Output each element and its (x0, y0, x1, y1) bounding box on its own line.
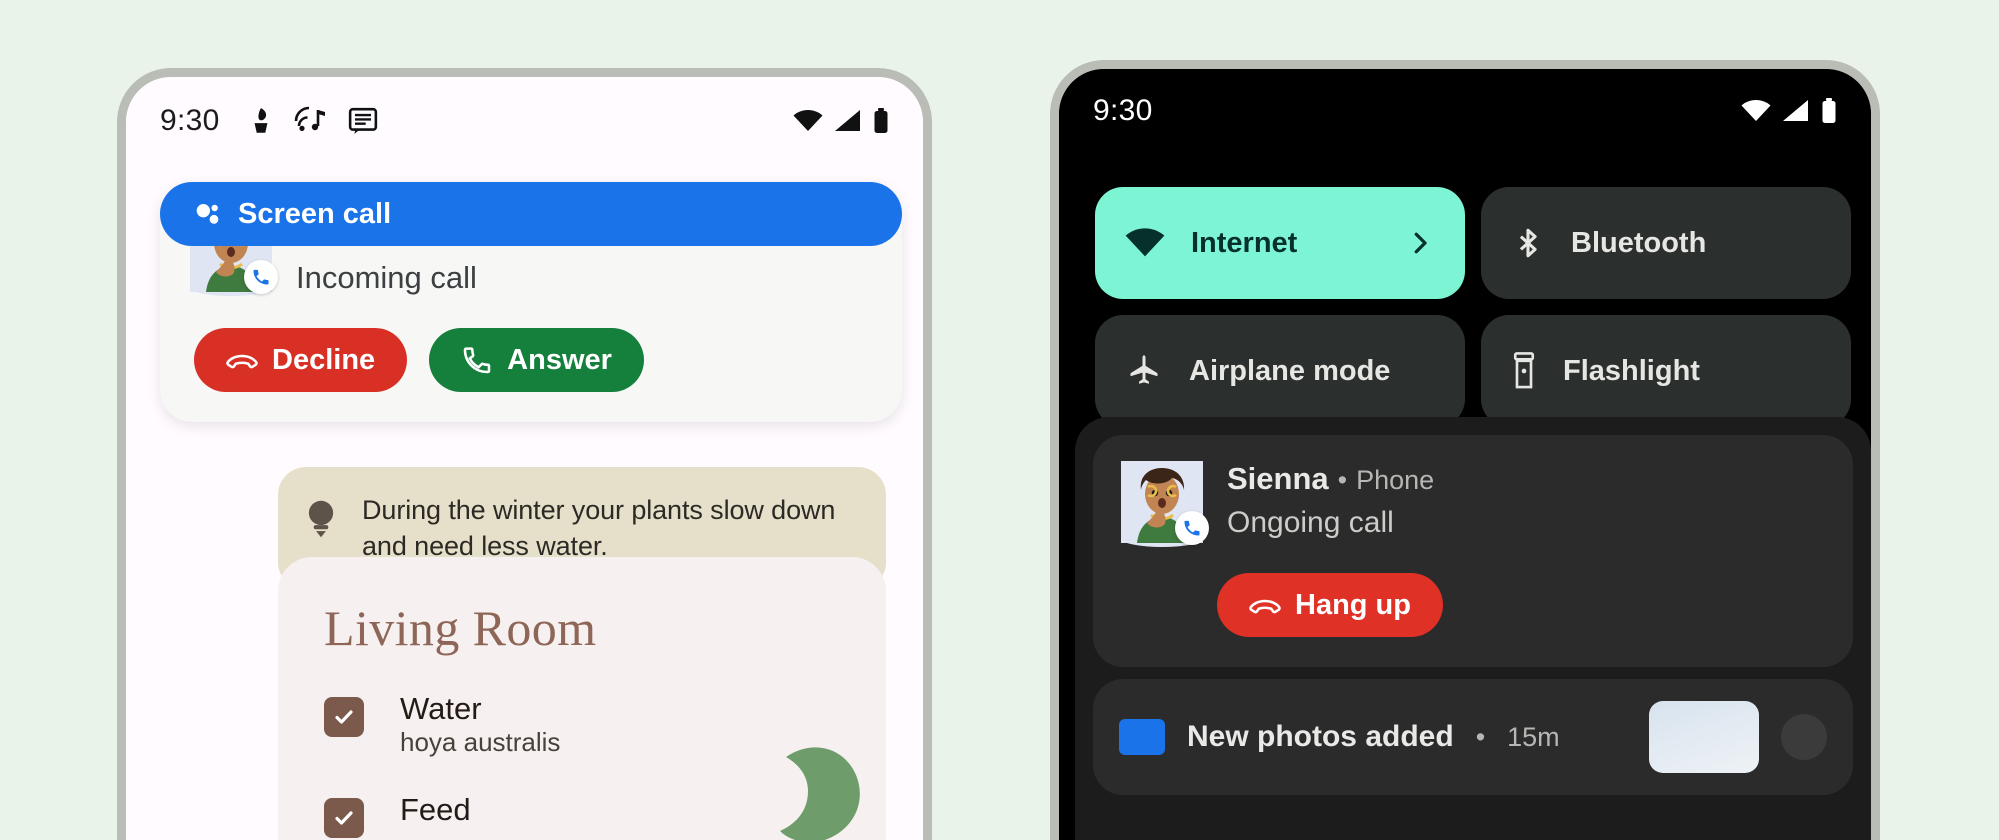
checkbox-water[interactable] (324, 697, 364, 737)
task-label: Feed (400, 792, 471, 827)
wifi-icon (1125, 228, 1165, 257)
contact-name: Sienna (1227, 461, 1329, 496)
signal-icon (1783, 100, 1808, 121)
check-icon (335, 811, 353, 825)
right-status-bar: 9:30 (1059, 69, 1871, 131)
incoming-call-notification[interactable]: Sienna • Phone Incoming call Decline (160, 182, 902, 422)
qs-tile-internet[interactable]: Internet (1095, 187, 1465, 299)
quick-settings-grid: Internet Bluetooth Airplane mode Flashli… (1095, 187, 1851, 427)
task-sublabel: hoya australis (400, 727, 561, 757)
call-action-row: Decline Screen call Answer (160, 182, 902, 392)
avatar (1121, 461, 1209, 547)
flashlight-icon (1513, 352, 1535, 389)
plant-tip-text: During the winter your plants slow down … (362, 495, 836, 561)
new-photos-notification[interactable]: New photos added • 15m (1093, 679, 1853, 795)
room-title: Living Room (324, 600, 597, 656)
assistant-icon (196, 204, 219, 224)
task-label: Water (400, 691, 482, 726)
screen-call-label: Screen call (238, 197, 392, 230)
airplane-icon (1130, 355, 1158, 384)
phone-hangup-icon (226, 354, 258, 369)
status-right-icons (1741, 98, 1837, 124)
living-room-card: Living Room Water hoya australis Feed (278, 557, 886, 840)
wifi-music-icon (294, 106, 325, 131)
status-clock: 9:30 (1093, 94, 1153, 127)
photo-thumbnail (1649, 701, 1759, 773)
phone-hangup-icon (1249, 599, 1281, 614)
bluetooth-icon (1519, 228, 1537, 258)
notification-title-row: Sienna • Phone (1227, 461, 1434, 497)
phone-badge-icon (1175, 511, 1209, 545)
right-phone-frame: 9:30 Internet Bluetooth Airplane mode Fl… (1050, 60, 1880, 840)
notification-shade: Sienna • Phone Ongoing call Hang up New … (1075, 417, 1871, 840)
chevron-right-icon[interactable] (1405, 228, 1435, 258)
left-phone-screen: 9:30 During the winter your plants slow … (126, 77, 923, 840)
left-status-bar: 9:30 (126, 77, 923, 139)
left-phone-frame: 9:30 During the winter your plants slow … (117, 68, 932, 840)
battery-icon (1822, 98, 1836, 123)
phone-badge-icon (244, 260, 278, 294)
status-left-icons (248, 106, 378, 136)
notification-text-block: Sienna • Phone Ongoing call (1227, 461, 1434, 540)
photos-notification-row: New photos added • 15m (1119, 701, 1827, 773)
app-name: Phone (1356, 465, 1435, 495)
answer-label: Answer (507, 343, 612, 376)
photos-app-icon (1119, 719, 1165, 755)
status-clock: 9:30 (160, 104, 220, 137)
phone-answer-icon (463, 347, 491, 374)
qs-tile-label: Internet (1191, 226, 1298, 259)
ongoing-call-notification[interactable]: Sienna • Phone Ongoing call Hang up (1093, 435, 1853, 667)
lightbulb-icon (308, 500, 334, 538)
battery-icon (874, 108, 888, 133)
signal-icon (835, 110, 860, 131)
wifi-icon (1741, 100, 1771, 121)
qs-tile-label: Bluetooth (1571, 226, 1707, 259)
message-icon (348, 107, 377, 134)
status-right-icons (793, 108, 889, 134)
photos-time: 15m (1507, 721, 1560, 752)
separator-dot: • (1337, 465, 1348, 495)
wifi-icon (793, 110, 823, 131)
qs-tile-airplane-mode[interactable]: Airplane mode (1095, 315, 1465, 427)
hang-up-button[interactable]: Hang up (1217, 573, 1443, 637)
qs-tile-label: Airplane mode (1189, 354, 1391, 387)
qs-tile-label: Flashlight (1563, 354, 1700, 387)
plant-illustration (780, 747, 860, 840)
screenshot-canvas: 9:30 During the winter your plants slow … (0, 0, 1999, 840)
call-status: Ongoing call (1227, 506, 1394, 539)
checkbox-feed[interactable] (324, 798, 364, 838)
decline-button[interactable]: Decline (194, 328, 408, 392)
call-status: Incoming call (296, 260, 477, 295)
notification-header: Sienna • Phone Ongoing call (1121, 461, 1825, 547)
screen-call-button[interactable]: Screen call (160, 182, 902, 246)
check-icon (335, 710, 353, 724)
separator-dot: • (1475, 721, 1486, 752)
right-phone-screen: 9:30 Internet Bluetooth Airplane mode Fl… (1059, 69, 1871, 840)
qs-tile-flashlight[interactable]: Flashlight (1481, 315, 1851, 427)
hang-up-label: Hang up (1295, 588, 1411, 621)
photo-avatar (1781, 714, 1827, 760)
answer-button[interactable]: Answer (429, 328, 644, 392)
qs-tile-bluetooth[interactable]: Bluetooth (1481, 187, 1851, 299)
photos-title: New photos added (1187, 720, 1454, 753)
notification-action-row: Hang up (1121, 573, 1825, 637)
decline-label: Decline (272, 343, 376, 376)
plant-icon (254, 108, 268, 133)
